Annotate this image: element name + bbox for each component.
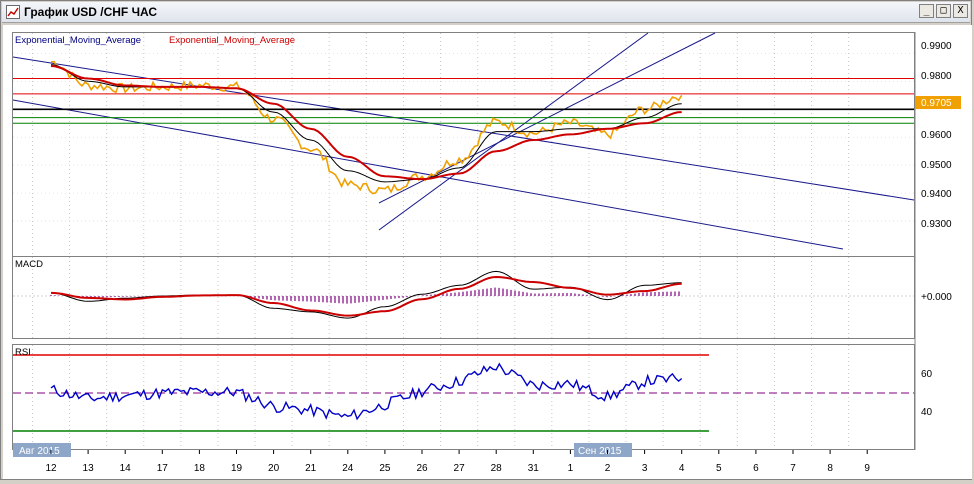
x-axis-label: 3 (642, 463, 648, 474)
x-axis-label: 4 (679, 463, 685, 474)
macd-label: MACD (15, 259, 43, 270)
x-axis-label: 14 (120, 463, 132, 474)
price-tick: 0.9800 (921, 71, 952, 82)
x-axis-label: 20 (268, 463, 280, 474)
x-axis-label: 5 (716, 463, 722, 474)
x-axis-label: 26 (416, 463, 428, 474)
x-axis-label: 12 (45, 463, 57, 474)
period-label-sep: Сен 2015 (578, 446, 622, 457)
chart-icon (6, 5, 20, 19)
price-tick: 0.9400 (921, 189, 952, 200)
chart-svg[interactable]: Exponential_Moving_Average Exponential_M… (3, 25, 972, 479)
window-title: График USD /CHF ЧАС (24, 5, 158, 19)
x-axis-label: 7 (790, 463, 796, 474)
period-label-aug: Авг 2015 (19, 446, 60, 457)
x-axis-label: 17 (157, 463, 169, 474)
price-tick: 0.9600 (921, 130, 952, 141)
price-tick: 0.9900 (921, 41, 952, 52)
x-axis-label: 25 (379, 463, 391, 474)
rsi-label: RSI (15, 347, 31, 358)
rsi-tick: 40 (921, 407, 933, 418)
ema-label-1: Exponential_Moving_Average (15, 35, 141, 46)
x-axis-label: 19 (231, 463, 243, 474)
close-icon[interactable]: X (953, 4, 968, 18)
x-axis-label: 13 (83, 463, 95, 474)
x-axis-label: 21 (305, 463, 317, 474)
chart-window: График USD /CHF ЧАС _ □ X Exponential_Mo… (0, 0, 972, 480)
price-tick: 0.9500 (921, 160, 952, 171)
x-axis-label: 1 (568, 463, 574, 474)
x-axis-label: 31 (528, 463, 540, 474)
rsi-panel[interactable] (12, 344, 915, 450)
x-axis-label: 24 (342, 463, 354, 474)
x-axis-label: 2 (605, 463, 611, 474)
x-axis-label: 8 (827, 463, 833, 474)
main-price-panel[interactable] (12, 32, 915, 273)
minimize-icon[interactable]: _ (919, 4, 934, 18)
macd-tick: +0.000 (921, 292, 952, 303)
current-price-label: 0.9705 (921, 98, 952, 109)
x-axis-label: 28 (491, 463, 503, 474)
price-tick: 0.9300 (921, 219, 952, 230)
x-axis-label: 27 (454, 463, 466, 474)
title-bar[interactable]: График USD /CHF ЧАС _ □ X (2, 2, 970, 23)
ema-label-2: Exponential_Moving_Average (169, 35, 295, 46)
x-axis-label: 9 (864, 463, 870, 474)
x-axis-label: 6 (753, 463, 759, 474)
x-axis-label: 18 (194, 463, 206, 474)
chart-area[interactable]: Exponential_Moving_Average Exponential_M… (3, 25, 972, 479)
rsi-tick: 60 (921, 369, 933, 380)
maximize-icon[interactable]: □ (936, 4, 951, 18)
